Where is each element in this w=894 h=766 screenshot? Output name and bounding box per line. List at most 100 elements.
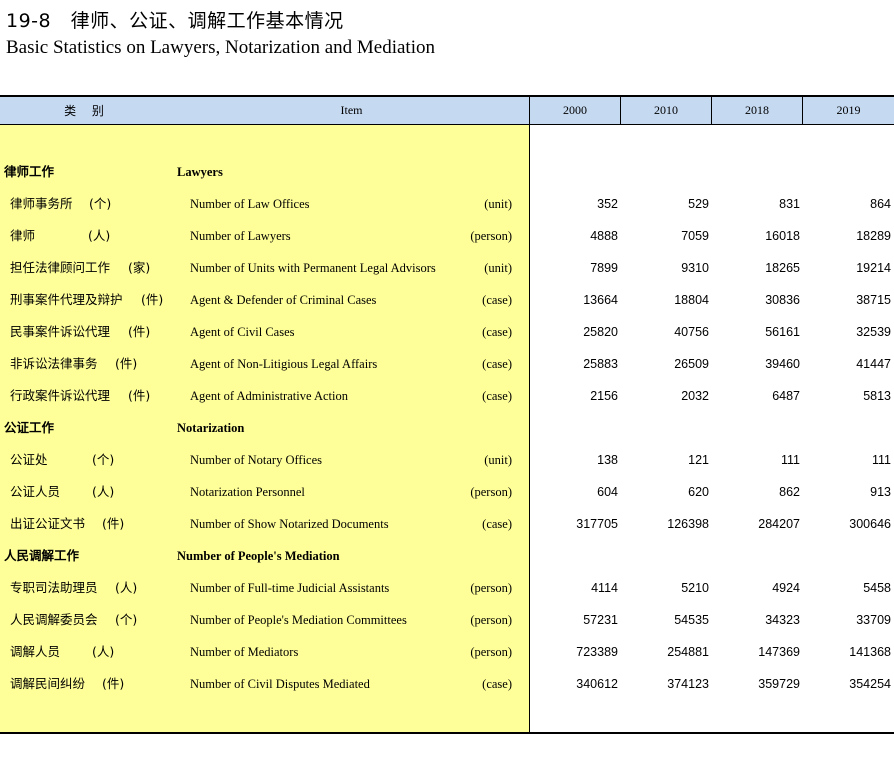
row-label-en: Agent & Defender of Criminal Cases	[190, 293, 377, 307]
row-unit-cn: (人)	[88, 228, 111, 243]
section-header-row: 人民调解工作 Number of People's Mediation	[0, 540, 894, 572]
cell-value-2010: 529	[688, 197, 709, 211]
row-label-en: Number of People's Mediation Committees	[190, 613, 407, 627]
row-unit-en: (case)	[482, 517, 512, 531]
row-label-cn: 律师	[10, 228, 36, 243]
row-unit-cn: (个)	[92, 452, 115, 467]
cell-value-2000: 2156	[590, 389, 618, 403]
cell-value-2000: 604	[597, 485, 618, 499]
table-row: 刑事案件代理及辩护 (件) Agent & Defender of Criminal…	[0, 284, 894, 316]
row-unit-cn: (件)	[102, 516, 125, 531]
row-unit-en: (case)	[482, 677, 512, 691]
row-unit-cn: (件)	[128, 388, 151, 403]
table-row: 调解人员 (人) Number of Mediators (person) 723389…	[0, 636, 894, 668]
header-divider	[620, 97, 621, 125]
cell-value-2010: 620	[688, 485, 709, 499]
table-row: 律师 (人) Number of Lawyers (person) 4888 7059 16…	[0, 220, 894, 252]
row-label-cn: 非诉讼法律事务	[10, 356, 98, 371]
header-year-2010: 2010	[621, 97, 711, 125]
row-label-en: Number of Mediators	[190, 645, 299, 659]
row-label-en: Agent of Administrative Action	[190, 389, 348, 403]
cell-value-2000: 352	[597, 197, 618, 211]
cell-value-2018: 6487	[772, 389, 800, 403]
table-header: 类 别 Item 2000 2010 2018 2019	[0, 97, 894, 125]
cell-value-2019: 864	[870, 197, 891, 211]
cell-value-2019: 300646	[849, 517, 891, 531]
row-label-en: Agent of Civil Cases	[190, 325, 295, 339]
cell-value-2019: 141368	[849, 645, 891, 659]
cell-value-2000: 25820	[583, 325, 618, 339]
row-unit-en: (unit)	[484, 197, 512, 211]
table-row: 公证处 (个) Number of Notary Offices (unit) 138 1…	[0, 444, 894, 476]
row-unit-en: (person)	[470, 485, 512, 499]
row-label-cn: 行政案件诉讼代理	[10, 388, 111, 403]
section-header-row: 公证工作 Notarization	[0, 412, 894, 444]
cell-value-2000: 138	[597, 453, 618, 467]
cell-value-2000: 7899	[590, 261, 618, 275]
table-row: 专职司法助理员 (人) Number of Full-time Judicial A…	[0, 572, 894, 604]
table-row: 出证公证文书 (件) Number of Show Notarized Docume…	[0, 508, 894, 540]
cell-value-2018: 16018	[765, 229, 800, 243]
row-unit-en: (person)	[470, 229, 512, 243]
page-title-cn: 19-8 律师、公证、调解工作基本情况	[6, 10, 344, 32]
section-title-en: Notarization	[177, 421, 245, 435]
row-label-en: Number of Show Notarized Documents	[190, 517, 389, 531]
statistics-table: 类 别 Item 2000 2010 2018 2019 律师工作 Lawyers…	[0, 95, 894, 735]
table-row: 行政案件诉讼代理 (件) Agent of Administrative Actio…	[0, 380, 894, 412]
cell-value-2010: 374123	[667, 677, 709, 691]
cell-value-2010: 2032	[681, 389, 709, 403]
cell-value-2019: 5458	[863, 581, 891, 595]
cell-value-2010: 54535	[674, 613, 709, 627]
cell-value-2018: 359729	[758, 677, 800, 691]
section-title-en: Lawyers	[177, 165, 223, 179]
row-label-cn: 律师事务所	[10, 196, 73, 211]
cell-value-2019: 38715	[856, 293, 891, 307]
row-unit-cn: (家)	[128, 260, 151, 275]
row-label-en: Number of Notary Offices	[190, 453, 323, 467]
cell-value-2010: 26509	[674, 357, 709, 371]
cell-value-2010: 5210	[681, 581, 709, 595]
cell-value-2018: 39460	[765, 357, 800, 371]
table-row: 非诉讼法律事务 (件) Agent of Non-Litigious Legal A…	[0, 348, 894, 380]
row-label-cn: 民事案件诉讼代理	[10, 324, 111, 339]
row-label-en: Agent of Non-Litigious Legal Affairs	[190, 357, 378, 371]
cell-value-2000: 4888	[590, 229, 618, 243]
row-label-en: Notarization Personnel	[190, 485, 305, 499]
cell-value-2010: 40756	[674, 325, 709, 339]
cell-value-2018: 56161	[765, 325, 800, 339]
cell-value-2000: 317705	[576, 517, 618, 531]
row-label-en: Number of Civil Disputes Mediated	[190, 677, 370, 691]
cell-value-2010: 9310	[681, 261, 709, 275]
header-divider	[711, 97, 712, 125]
table-bottom-rule	[0, 732, 894, 734]
cell-value-2019: 18289	[856, 229, 891, 243]
row-unit-en: (case)	[482, 389, 512, 403]
row-unit-en: (case)	[482, 293, 512, 307]
section-title-cn: 律师工作	[4, 164, 55, 179]
row-unit-en: (person)	[470, 645, 512, 659]
row-label-cn: 调解民间纠纷	[10, 676, 86, 691]
row-label-cn: 调解人员	[10, 644, 61, 659]
row-label-cn: 专职司法助理员	[10, 580, 98, 595]
cell-value-2018: 34323	[765, 613, 800, 627]
cell-value-2010: 254881	[667, 645, 709, 659]
table-row: 律师事务所 (个) Number of Law Offices (unit) 352 52…	[0, 188, 894, 220]
row-label-cn: 公证处	[10, 452, 48, 467]
cell-value-2018: 147369	[758, 645, 800, 659]
header-year-2000: 2000	[530, 97, 620, 125]
cell-value-2018: 4924	[772, 581, 800, 595]
section-title-cn: 公证工作	[4, 420, 55, 435]
cell-value-2000: 25883	[583, 357, 618, 371]
cell-value-2018: 111	[780, 453, 800, 467]
row-unit-cn: (人)	[115, 580, 138, 595]
row-unit-cn: (个)	[89, 196, 112, 211]
row-label-en: Number of Full-time Judicial Assistants	[190, 581, 390, 595]
row-unit-cn: (件)	[102, 676, 125, 691]
page-title-en: Basic Statistics on Lawyers, Notarizatio…	[6, 37, 435, 58]
row-unit-en: (case)	[482, 325, 512, 339]
section-header-row: 律师工作 Lawyers	[0, 156, 894, 188]
cell-value-2018: 862	[779, 485, 800, 499]
row-unit-cn: (件)	[141, 292, 164, 307]
row-unit-en: (person)	[470, 581, 512, 595]
table-row: 人民调解委员会 (个) Number of People's Mediation C…	[0, 604, 894, 636]
